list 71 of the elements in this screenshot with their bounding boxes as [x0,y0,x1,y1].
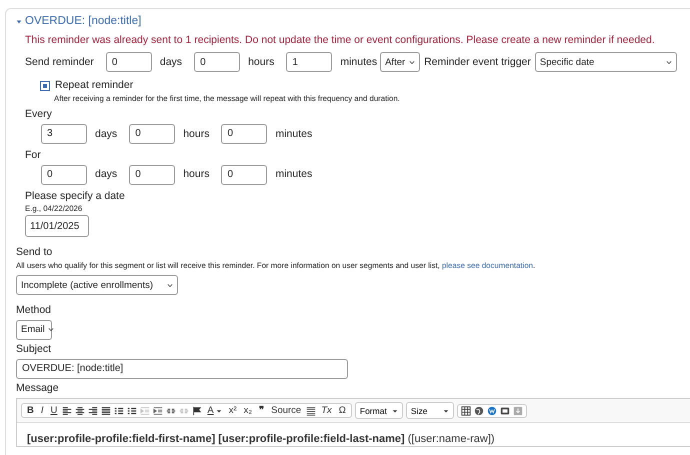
caret-icon [16,18,22,25]
timing-select[interactable]: After [380,52,420,72]
field-label: Send to [16,246,54,260]
align-justify-icon[interactable] [101,406,112,416]
number-field[interactable]: 3 [41,124,87,144]
section-toggle[interactable]: OVERDUE: [node:title] [16,15,690,29]
source-button[interactable]: Source [269,404,304,416]
number-field[interactable]: 1 [286,52,332,72]
italic-button[interactable]: I [38,404,46,416]
segment-select[interactable]: Incomplete (active enrollments) [16,275,178,296]
align-right-icon[interactable] [88,406,98,416]
chevron-down-icon [167,282,173,288]
field-label: Please specify a date [25,190,126,202]
field-label: Method [16,304,52,317]
unit-label: hours [183,128,210,140]
field-label: Send reminder [25,56,94,69]
unit-label: hours [183,168,210,181]
unit-label: days [160,56,182,69]
remove-format-button[interactable]: Tx [319,404,334,416]
date-field[interactable]: 11/01/2025 [25,215,89,238]
warning-message: This reminder was already sent to 1 recipients. Do not update the time or event configurations. Please create a new reminder if needed. [25,34,656,46]
numbered-list-icon[interactable] [127,406,138,416]
underline-button[interactable]: U [48,404,60,416]
chevron-down-icon [48,327,54,332]
text-color-button[interactable]: A [205,404,224,416]
chevron-down-icon [409,60,416,65]
badge-icon[interactable] [486,406,497,416]
subject-field[interactable]: OVERDUE: [node:title] [16,358,348,379]
number-field[interactable]: 0 [194,52,240,72]
superscript-button[interactable]: x² [226,404,239,416]
checkbox-label: Repeat reminder [55,79,134,92]
trigger-select[interactable]: Specific date [534,52,677,72]
unit-label: hours [248,56,274,69]
bulleted-list-icon[interactable] [114,406,124,416]
field-label: Reminder event trigger [424,56,531,69]
align-left-icon[interactable] [62,406,72,416]
horizontal-line-icon[interactable] [306,406,316,416]
subscript-button[interactable]: x₂ [242,404,254,416]
section-title: OVERDUE: [node:title] [25,15,142,29]
dropdown-arrow-icon [216,408,222,414]
unit-label: days [95,168,118,181]
align-center-icon[interactable] [75,406,86,416]
flag-icon[interactable] [192,406,202,416]
number-field[interactable]: 0 [221,164,268,185]
chevron-down-icon [666,60,672,65]
bold-button[interactable]: B [25,404,36,416]
table-icon[interactable] [460,406,471,416]
number-field[interactable]: 0 [129,164,176,185]
dropdown-arrow-icon [442,408,449,414]
unit-label: minutes [275,168,312,181]
unit-label: minutes [275,128,312,140]
size-dropdown[interactable]: Size [406,402,454,420]
field-label: For [25,148,42,162]
number-field[interactable]: 0 [41,164,87,185]
field-label: Subject [16,342,52,356]
field-label: Message [16,382,60,394]
indent-icon[interactable] [153,406,164,416]
method-select[interactable]: Email [16,320,52,340]
dropdown-arrow-icon [392,408,398,414]
unit-label: days [95,128,118,140]
number-field[interactable]: 0 [221,124,268,144]
message-text[interactable]: [user:profile-profile:field-first-name] [user:profile-profile:field-last-name] ([user:name-raw]) [17,423,690,446]
special-character-button[interactable]: Ω [336,404,348,416]
checkbox[interactable] [40,80,50,91]
unit-label: minutes [340,56,378,69]
blockquote-button[interactable]: ❞ [257,404,266,416]
number-field[interactable]: 0 [106,52,152,72]
number-field[interactable]: 0 [129,124,176,144]
format-dropdown[interactable]: Format [354,402,403,420]
field-label: Every [25,108,53,121]
image-icon[interactable] [500,406,510,416]
